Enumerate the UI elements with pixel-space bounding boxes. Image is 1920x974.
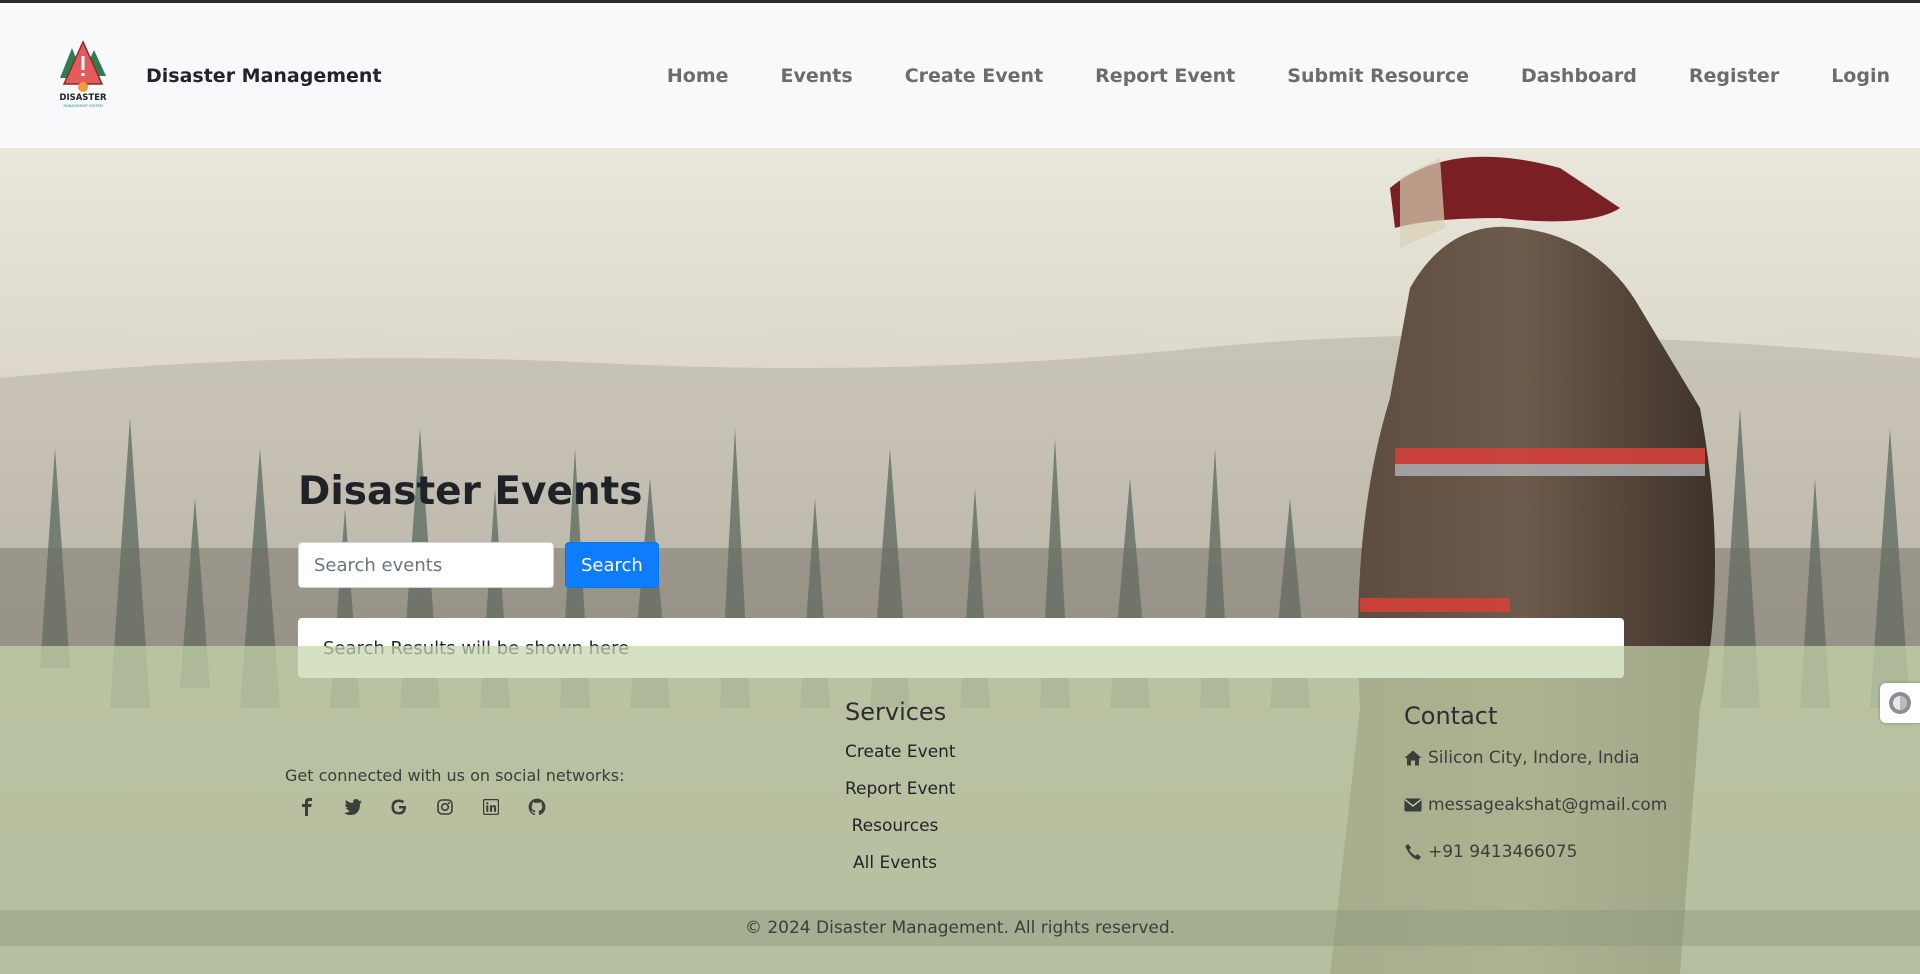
nav-events[interactable]: Events bbox=[781, 65, 853, 87]
accessibility-widget-button[interactable] bbox=[1880, 683, 1920, 723]
contact-phone-text[interactable]: +91 9413466075 bbox=[1428, 842, 1577, 862]
contact-address-text: Silicon City, Indore, India bbox=[1428, 747, 1640, 768]
github-icon[interactable] bbox=[525, 795, 549, 819]
nav-home[interactable]: Home bbox=[667, 65, 729, 87]
nav-login[interactable]: Login bbox=[1831, 65, 1890, 87]
brand[interactable]: DISASTER MANAGEMENT SYSTEM Disaster Mana… bbox=[54, 39, 382, 112]
phone-icon bbox=[1405, 843, 1421, 860]
envelope-icon bbox=[1404, 798, 1422, 811]
facebook-icon[interactable] bbox=[295, 795, 319, 819]
contact-email: messageakshat@gmail.com bbox=[1404, 781, 1667, 828]
footer-link-report-event[interactable]: Report Event bbox=[845, 771, 955, 808]
contact-section: Contact Silicon City, Indore, India mess… bbox=[1404, 702, 1667, 875]
social-text: Get connected with us on social networks… bbox=[285, 766, 625, 785]
search-input[interactable] bbox=[298, 542, 554, 588]
nav-register[interactable]: Register bbox=[1689, 65, 1779, 87]
social-section: Get connected with us on social networks… bbox=[285, 766, 624, 819]
home-icon bbox=[1404, 750, 1422, 765]
search-button[interactable]: Search bbox=[565, 542, 659, 588]
social-icons bbox=[295, 795, 624, 819]
disaster-logo-icon[interactable]: DISASTER MANAGEMENT SYSTEM bbox=[54, 39, 112, 112]
contact-title: Contact bbox=[1404, 702, 1498, 730]
footer-link-resources[interactable]: Resources bbox=[845, 808, 945, 845]
copyright-text: © 2024 Disaster Management. All rights r… bbox=[744, 918, 1176, 938]
nav-report-event[interactable]: Report Event bbox=[1095, 65, 1235, 87]
nav-menu: Home Events Create Event Report Event Su… bbox=[615, 3, 1890, 148]
linkedin-icon[interactable] bbox=[479, 795, 503, 819]
copyright-bar: © 2024 Disaster Management. All rights r… bbox=[0, 910, 1920, 946]
page-title: Disaster Events bbox=[298, 469, 643, 514]
contact-address: Silicon City, Indore, India bbox=[1404, 734, 1667, 781]
footer: Get connected with us on social networks… bbox=[0, 646, 1920, 974]
nav-dashboard[interactable]: Dashboard bbox=[1521, 65, 1637, 87]
contrast-icon bbox=[1889, 692, 1911, 714]
logo-subtext: MANAGEMENT SYSTEM bbox=[63, 104, 102, 108]
services-section: Services Create Event Report Event Resou… bbox=[845, 698, 956, 882]
nav-submit-resource[interactable]: Submit Resource bbox=[1287, 65, 1469, 87]
brand-name[interactable]: Disaster Management bbox=[146, 65, 382, 87]
search-form: Search bbox=[298, 542, 1624, 588]
twitter-icon[interactable] bbox=[341, 795, 365, 819]
nav-create-event[interactable]: Create Event bbox=[905, 65, 1043, 87]
services-title: Services bbox=[845, 698, 947, 726]
contact-email-text[interactable]: messageakshat@gmail.com bbox=[1428, 795, 1667, 815]
contact-phone: +91 9413466075 bbox=[1404, 828, 1667, 875]
google-icon[interactable] bbox=[387, 795, 411, 819]
logo-text: DISASTER bbox=[59, 93, 107, 103]
footer-link-all-events[interactable]: All Events bbox=[845, 845, 945, 882]
navbar: DISASTER MANAGEMENT SYSTEM Disaster Mana… bbox=[0, 3, 1920, 148]
instagram-icon[interactable] bbox=[433, 795, 457, 819]
footer-link-create-event[interactable]: Create Event bbox=[845, 734, 956, 771]
